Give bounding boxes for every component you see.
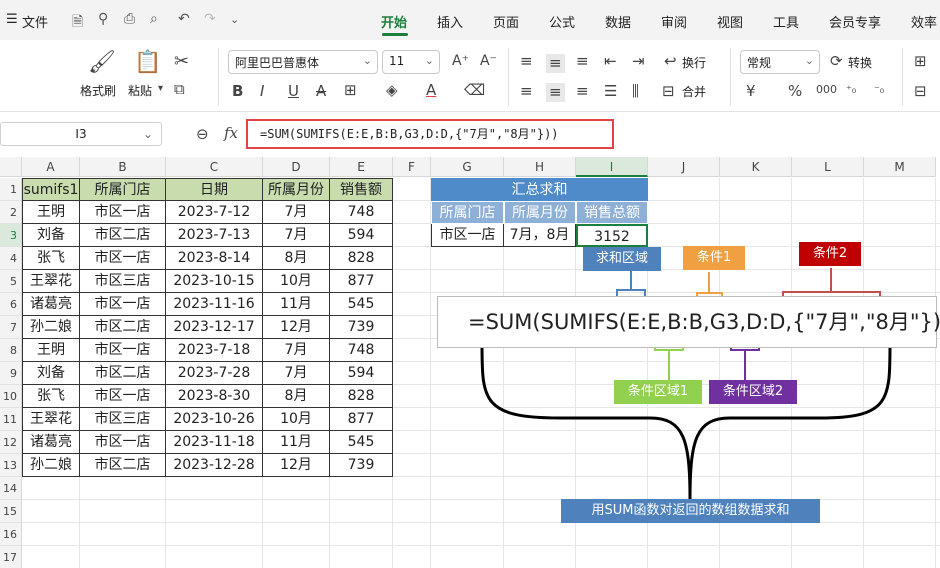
sum-range-tag: 求和区域: [583, 247, 661, 271]
annotation-overlay: [480, 268, 892, 501]
criteria-range1-tag: 条件区域1: [614, 380, 702, 404]
criteria2-tag: 条件2: [799, 242, 861, 266]
sum-note-tag: 用SUM函数对返回的数组数据求和: [561, 499, 820, 523]
formula-explanation-box: =SUM(SUMIFS(E:E,B:B,G3,D:D,{"7月","8月"})): [437, 296, 940, 348]
sum-brace: [480, 342, 892, 501]
spreadsheet-app: { "menubar": { "file_label": "文件", "tabs…: [0, 0, 940, 568]
criteria-range2-tag: 条件区域2: [709, 380, 797, 404]
criteria1-tag: 条件1: [683, 246, 745, 270]
